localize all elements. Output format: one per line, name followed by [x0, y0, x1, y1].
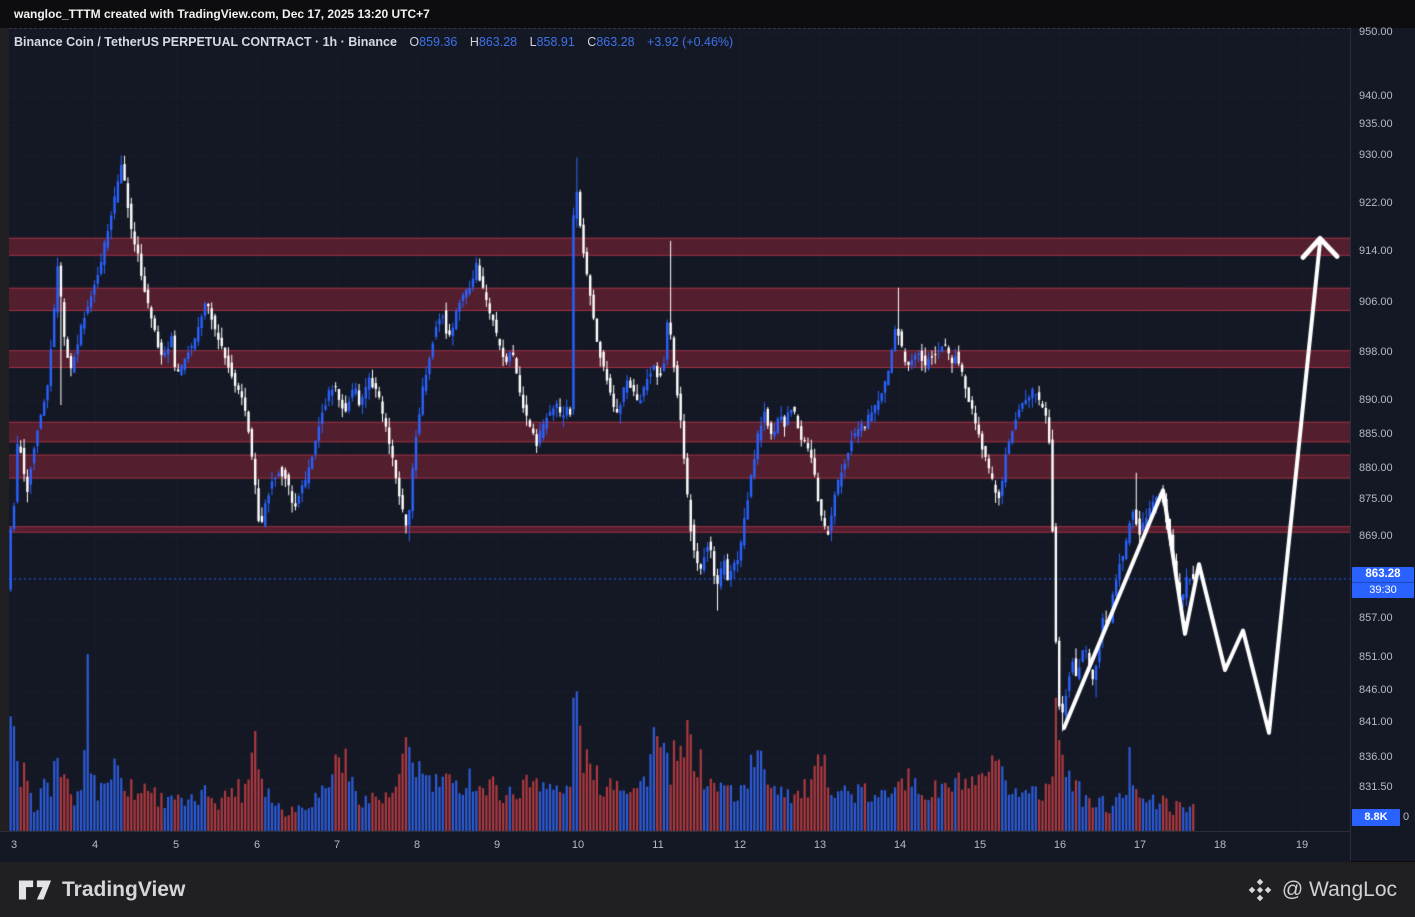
chart-pane[interactable]: Binance Coin / TetherUS PERPETUAL CONTRA… [9, 28, 1350, 832]
price-axis-label: 841.00 [1359, 716, 1393, 728]
price-axis-label: 935.00 [1359, 118, 1393, 130]
time-axis-label: 14 [893, 839, 907, 851]
symbol-title-row[interactable]: Binance Coin / TetherUS PERPETUAL CONTRA… [14, 35, 733, 49]
low-value: 858.91 [536, 35, 575, 49]
price-axis-label: 950.00 [1359, 26, 1393, 38]
price-axis-label: 914.00 [1359, 245, 1393, 257]
volume-value-tag: 8.8K [1352, 809, 1400, 826]
price-axis-label: 880.00 [1359, 462, 1393, 474]
author-credit: @ WangLoc [1247, 877, 1397, 903]
author-credit-text: @ WangLoc [1281, 877, 1397, 901]
price-axis-label: 836.00 [1359, 751, 1393, 763]
low-label: L [529, 35, 537, 49]
time-axis-label: 12 [733, 839, 747, 851]
price-axis-label: 930.00 [1359, 149, 1393, 161]
time-axis-label: 9 [493, 839, 501, 851]
symbol-title[interactable]: Binance Coin / TetherUS PERPETUAL CONTRA… [14, 35, 397, 49]
last-price-value: 863.28 [1365, 568, 1401, 580]
price-axis-label: 890.00 [1359, 394, 1393, 406]
tradingview-screenshot: wangloc_TTTM created with TradingView.co… [0, 0, 1415, 917]
price-axis-label: 940.00 [1359, 90, 1393, 102]
price-axis-label-partial: 0 [1403, 811, 1410, 823]
close-label: C [587, 35, 597, 49]
footer-bar: TradingView @ WangLoc [0, 862, 1415, 917]
time-axis-label: 5 [172, 839, 180, 851]
time-axis-label: 16 [1053, 839, 1067, 851]
time-axis-label: 17 [1133, 839, 1147, 851]
open-label: O [409, 35, 420, 49]
time-axis-label: 13 [813, 839, 827, 851]
watermark-text: wangloc_TTTM created with TradingView.co… [14, 7, 430, 21]
price-axis[interactable]: 863.28 39:30 8.8K 950.00 940.00 935.00 930.… [1350, 26, 1415, 861]
tradingview-logo-icon [18, 880, 52, 899]
price-axis-label: 846.00 [1359, 684, 1393, 696]
price-axis-label: 898.00 [1359, 346, 1393, 358]
last-price-tag: 863.28 39:30 [1352, 567, 1414, 598]
price-axis-label: 885.00 [1359, 428, 1393, 440]
candlestick-canvas[interactable] [9, 29, 1350, 832]
binance-logo-icon [1248, 878, 1272, 901]
change-value: +3.92 (+0.46%) [647, 35, 734, 49]
high-value: 863.28 [478, 35, 518, 49]
time-axis-label: 4 [91, 839, 99, 851]
tradingview-brand[interactable]: TradingView [18, 878, 185, 902]
time-axis-label: 6 [253, 839, 261, 851]
time-axis-label: 10 [571, 839, 585, 851]
time-axis-label: 18 [1213, 839, 1227, 851]
tradingview-brand-text: TradingView [62, 877, 186, 901]
time-axis-label: 8 [413, 839, 421, 851]
high-label: H [469, 35, 479, 49]
time-axis-label: 7 [333, 839, 341, 851]
open-value: 859.36 [419, 35, 458, 49]
watermark-bar: wangloc_TTTM created with TradingView.co… [0, 0, 1415, 28]
price-axis-label: 869.00 [1359, 530, 1393, 542]
price-axis-label: 857.00 [1359, 612, 1393, 624]
time-axis-label: 11 [652, 839, 664, 851]
time-axis-label: 15 [973, 839, 987, 851]
close-value: 863.28 [596, 35, 635, 49]
left-margin [0, 28, 9, 862]
price-axis-label: 875.00 [1359, 493, 1393, 505]
time-axis-label: 3 [10, 839, 18, 851]
time-axis-label: 19 [1295, 839, 1309, 851]
time-axis[interactable]: 3 4 5 6 7 8 9 10 11 12 13 14 15 16 17 18 19 [0, 831, 1350, 862]
price-axis-label: 906.00 [1359, 296, 1393, 308]
price-axis-label: 831.50 [1359, 781, 1393, 793]
price-axis-label: 922.00 [1359, 197, 1393, 209]
price-axis-label: 851.00 [1359, 651, 1393, 663]
bar-countdown: 39:30 [1352, 582, 1414, 598]
